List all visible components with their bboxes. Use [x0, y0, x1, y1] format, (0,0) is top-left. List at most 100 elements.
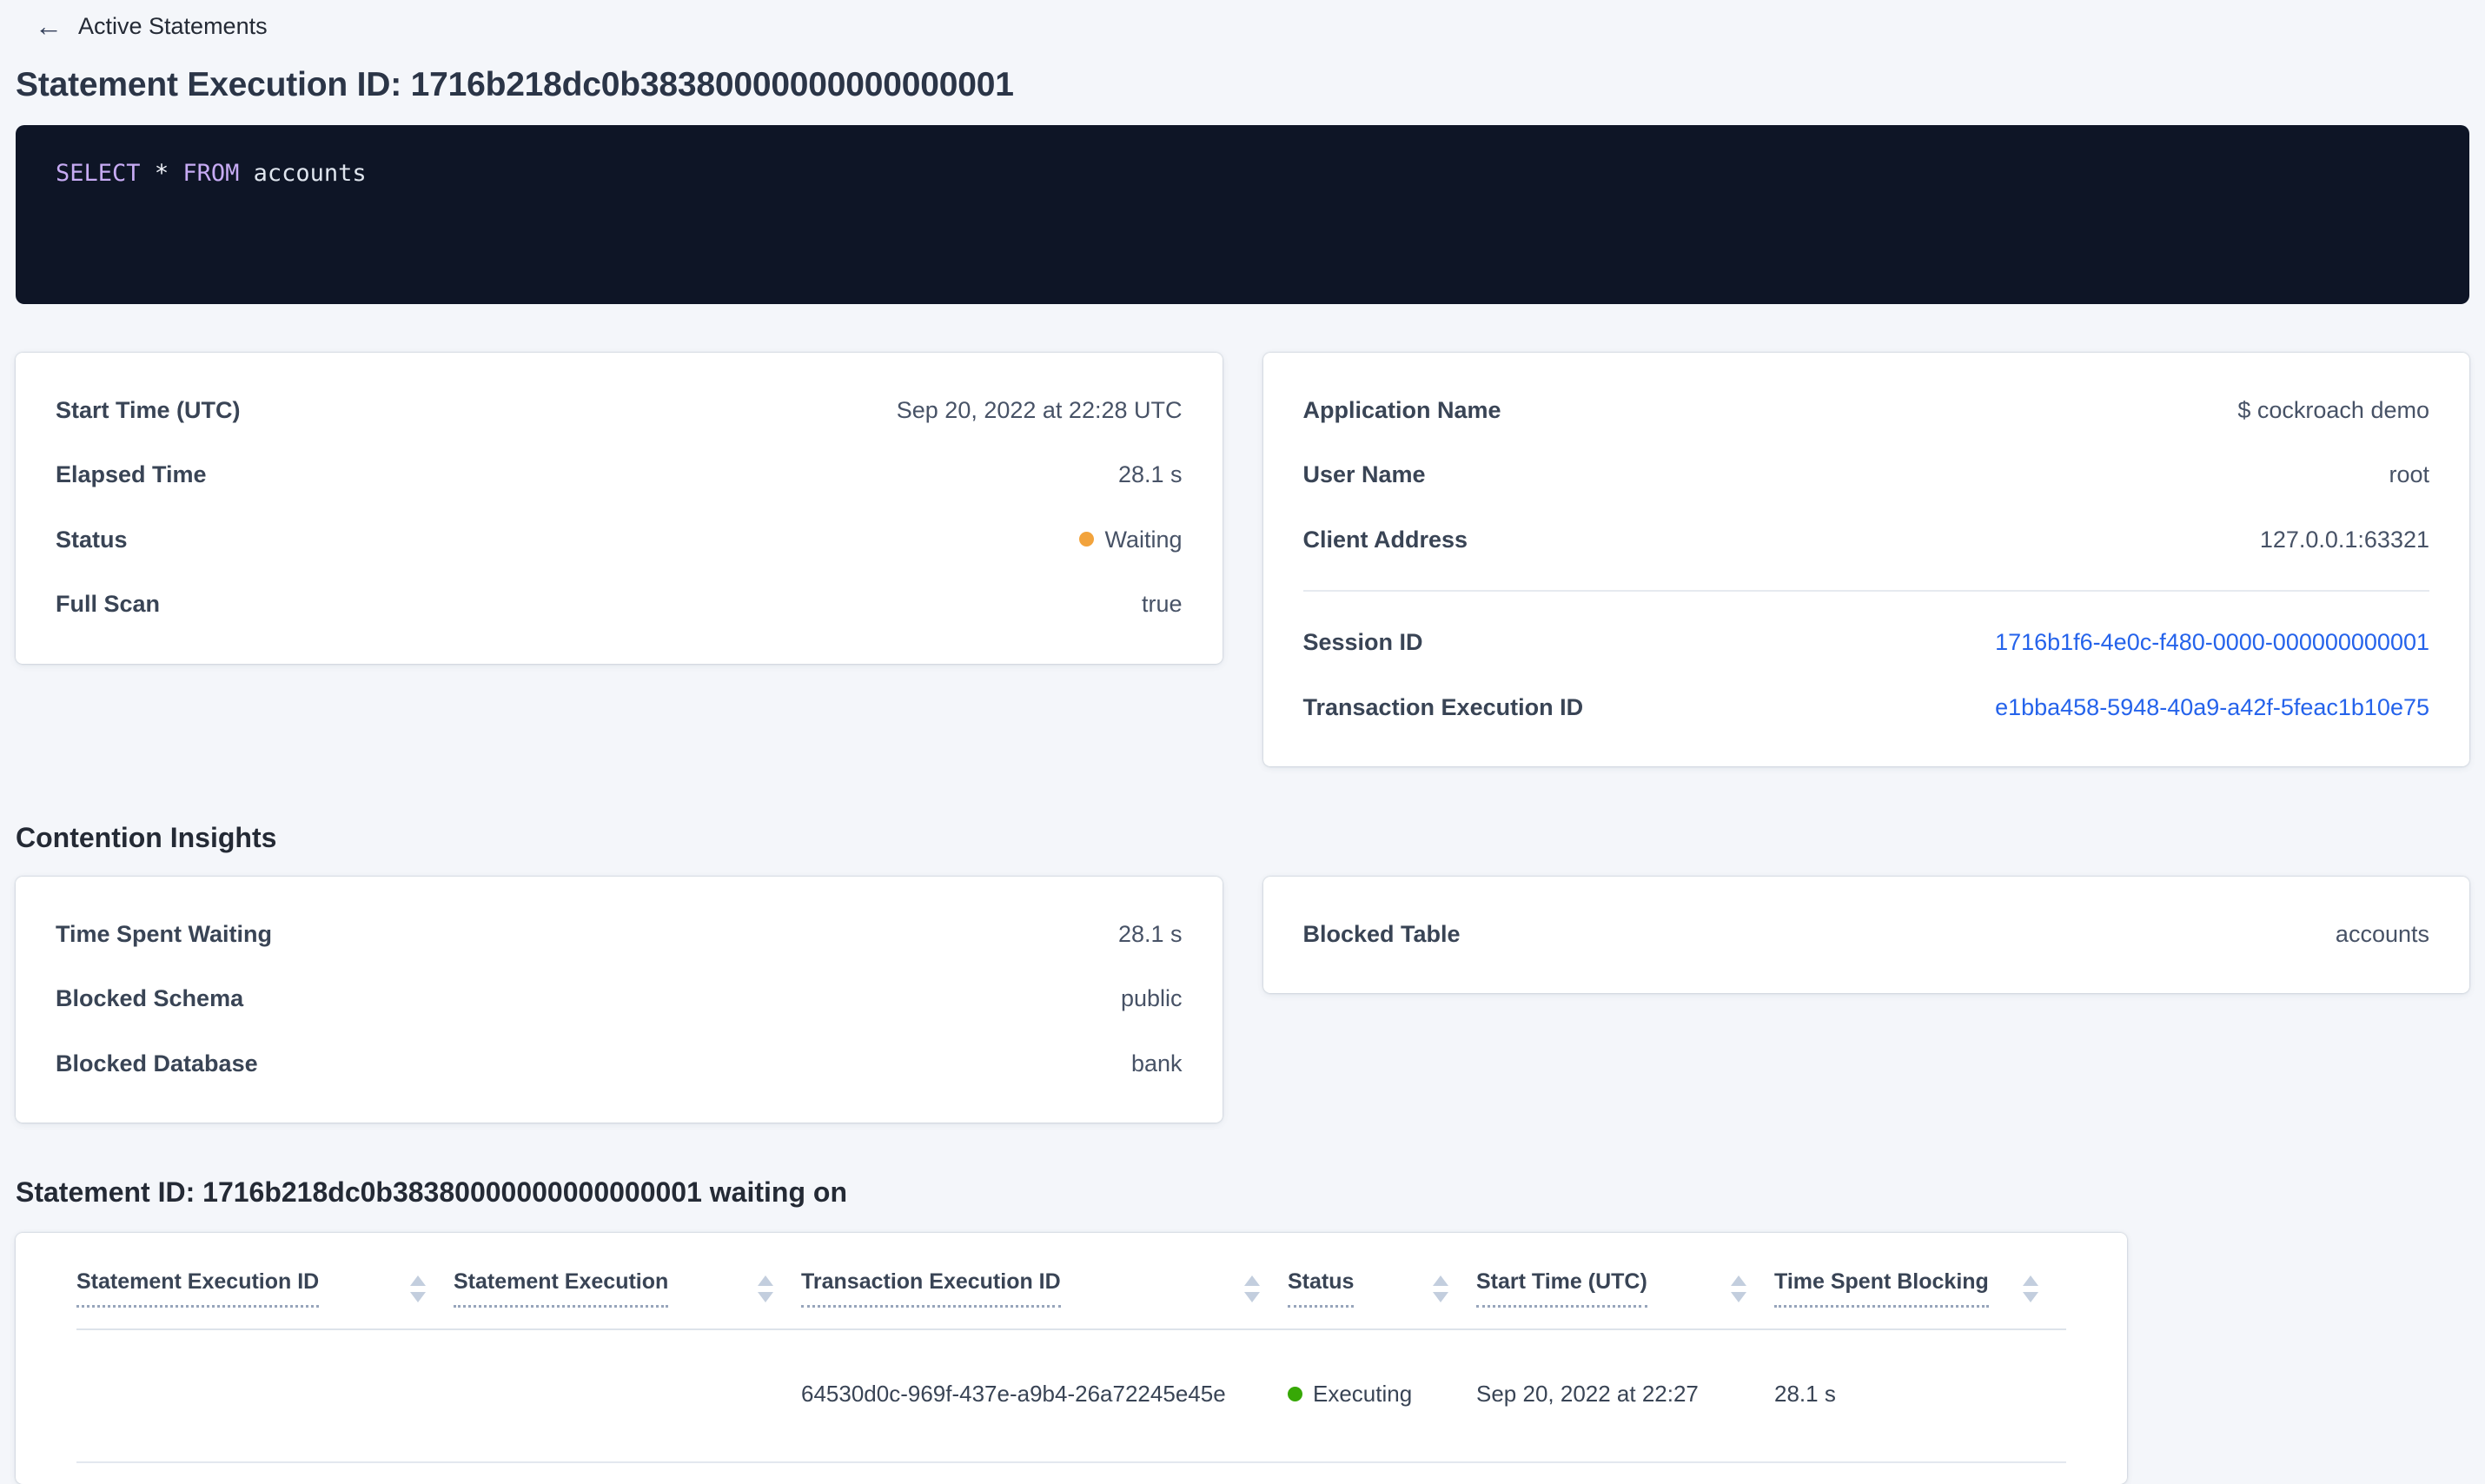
waiting-on-heading: Statement ID: 1716b218dc0b38380000000000… [16, 1176, 847, 1209]
sort-icon[interactable] [1433, 1275, 1448, 1302]
blocked-schema-label: Blocked Schema [56, 985, 244, 1012]
breadcrumb-active-statements-link[interactable]: Active Statements [78, 13, 268, 40]
statement-details-page: ← Active Statements Statement Execution … [0, 0, 2485, 1484]
sql-table-name: accounts [253, 160, 367, 187]
cell-status: Executing [1288, 1329, 1476, 1464]
cell-statement-execution [454, 1329, 801, 1464]
sql-star: * [154, 160, 169, 187]
cell-time-spent-blocking: 28.1 s [1774, 1329, 2066, 1464]
column-header-start-time[interactable]: Start Time (UTC) [1476, 1269, 1774, 1308]
time-spent-waiting-value: 28.1 s [1117, 920, 1183, 947]
row-blocked-database: Blocked Database bank [56, 1050, 1183, 1077]
time-spent-waiting-card: Time Spent Waiting 28.1 s Blocked Schema… [16, 876, 1223, 1123]
column-header-statement-execution[interactable]: Statement Execution [454, 1269, 801, 1308]
sort-asc-icon[interactable] [410, 1275, 426, 1286]
sort-desc-icon[interactable] [1244, 1291, 1260, 1302]
statement-execution-column-label[interactable]: Statement Execution [454, 1269, 669, 1308]
table-header-row: Statement Execution ID Statement Executi… [76, 1233, 2066, 1331]
summary-cards-row: Start Time (UTC) Sep 20, 2022 at 22:28 U… [16, 353, 2469, 766]
transaction-execution-id-label: Transaction Execution ID [1302, 693, 1584, 720]
session-id-link[interactable]: 1716b1f6-4e0c-f480-0000-000000000001 [1995, 628, 2429, 656]
status-column-label[interactable]: Status [1288, 1269, 1355, 1308]
cell-start-time: Sep 20, 2022 at 22:27 [1476, 1329, 1774, 1464]
row-time-spent-waiting: Time Spent Waiting 28.1 s [56, 920, 1183, 948]
breadcrumb: ← Active Statements [16, 0, 2469, 40]
user-name-value: root [2389, 461, 2429, 488]
elapsed-time-value: 28.1 s [1117, 461, 1183, 488]
application-name-label: Application Name [1302, 397, 1501, 423]
cell-transaction-execution-id: 64530d0c-969f-437e-a9b4-26a72245e45e [801, 1329, 1288, 1464]
back-arrow-icon[interactable]: ← [35, 12, 63, 40]
execution-overview-card: Start Time (UTC) Sep 20, 2022 at 22:28 U… [16, 353, 1223, 664]
full-scan-value: true [1141, 591, 1183, 618]
sort-asc-icon[interactable] [758, 1275, 773, 1286]
column-header-status[interactable]: Status [1288, 1269, 1476, 1308]
session-id-label: Session ID [1302, 629, 1423, 656]
client-address-label: Client Address [1302, 526, 1468, 553]
blocked-table-label: Blocked Table [1302, 920, 1461, 947]
row-client-address: Client Address 127.0.0.1:63321 [1303, 526, 2430, 553]
blocked-database-label: Blocked Database [56, 1050, 258, 1077]
row-start-time: Start Time (UTC) Sep 20, 2022 at 22:28 U… [56, 396, 1183, 424]
status-label: Status [56, 526, 128, 553]
blocked-table-card: Blocked Table accounts [1262, 876, 2469, 994]
row-full-scan: Full Scan true [56, 590, 1183, 618]
contention-cards-row: Time Spent Waiting 28.1 s Blocked Schema… [16, 876, 2469, 1123]
cell-statement-execution-id [76, 1329, 454, 1464]
full-scan-label: Full Scan [56, 591, 161, 618]
row-user-name: User Name root [1303, 460, 2430, 488]
sort-icon[interactable] [410, 1275, 426, 1302]
sort-asc-icon[interactable] [1731, 1275, 1746, 1286]
time-spent-waiting-label: Time Spent Waiting [56, 920, 273, 947]
sql-statement-box: SELECT * FROM accounts [16, 125, 2469, 304]
sort-icon[interactable] [1731, 1275, 1746, 1302]
start-time-column-label[interactable]: Start Time (UTC) [1476, 1269, 1647, 1308]
row-blocked-schema: Blocked Schema public [56, 984, 1183, 1012]
sort-desc-icon[interactable] [410, 1291, 426, 1302]
row-application-name: Application Name $ cockroach demo [1303, 396, 2430, 424]
executing-status-dot-icon [1288, 1386, 1302, 1401]
card-divider [1302, 590, 2429, 593]
blocked-schema-value: public [1120, 985, 1183, 1012]
sort-desc-icon[interactable] [1731, 1291, 1746, 1302]
sort-asc-icon[interactable] [1244, 1275, 1260, 1286]
row-status-text: Executing [1313, 1381, 1413, 1408]
start-time-value: Sep 20, 2022 at 22:28 UTC [896, 397, 1183, 423]
sort-desc-icon[interactable] [2023, 1291, 2038, 1302]
sort-icon[interactable] [758, 1275, 773, 1302]
waiting-on-table: Statement Execution ID Statement Executi… [76, 1233, 2066, 1464]
row-session-id: Session ID 1716b1f6-4e0c-f480-0000-00000… [1303, 628, 2430, 656]
user-name-label: User Name [1302, 461, 1426, 488]
row-status: Status Waiting [56, 526, 1183, 553]
elapsed-time-label: Elapsed Time [56, 461, 207, 488]
session-details-card: Application Name $ cockroach demo User N… [1262, 353, 2469, 766]
table-row: 64530d0c-969f-437e-a9b4-26a72245e45e Exe… [76, 1329, 2066, 1464]
sort-asc-icon[interactable] [1433, 1275, 1448, 1286]
waiting-status-dot-icon [1079, 532, 1095, 547]
sort-desc-icon[interactable] [1433, 1291, 1448, 1302]
sql-keyword-from: FROM [182, 160, 240, 187]
status-text: Waiting [1104, 526, 1183, 553]
column-header-time-spent-blocking[interactable]: Time Spent Blocking [1774, 1269, 2066, 1308]
sort-icon[interactable] [1244, 1275, 1260, 1302]
column-header-statement-execution-id[interactable]: Statement Execution ID [76, 1269, 454, 1308]
transaction-execution-id-link[interactable]: e1bba458-5948-40a9-a42f-5feac1b10e75 [1995, 693, 2429, 721]
row-transaction-execution-id: Transaction Execution ID e1bba458-5948-4… [1303, 693, 2430, 721]
blocked-database-value: bank [1130, 1050, 1183, 1077]
waiting-on-table-card: Statement Execution ID Statement Executi… [16, 1233, 2127, 1484]
sql-keyword-select: SELECT [56, 160, 141, 187]
application-name-value: $ cockroach demo [2237, 397, 2429, 423]
contention-insights-heading: Contention Insights [16, 821, 277, 853]
column-header-transaction-execution-id[interactable]: Transaction Execution ID [801, 1269, 1288, 1308]
sort-icon[interactable] [2023, 1275, 2038, 1302]
page-title: Statement Execution ID: 1716b218dc0b3838… [16, 66, 1014, 103]
sort-desc-icon[interactable] [758, 1291, 773, 1302]
sort-asc-icon[interactable] [2023, 1275, 2038, 1286]
time-spent-blocking-column-label[interactable]: Time Spent Blocking [1774, 1269, 1989, 1308]
status-value: Waiting [1079, 526, 1183, 553]
start-time-label: Start Time (UTC) [56, 397, 241, 423]
transaction-execution-id-column-label[interactable]: Transaction Execution ID [801, 1269, 1061, 1308]
blocked-table-value: accounts [2335, 920, 2429, 947]
statement-execution-id-column-label[interactable]: Statement Execution ID [76, 1269, 320, 1308]
row-elapsed-time: Elapsed Time 28.1 s [56, 460, 1183, 488]
